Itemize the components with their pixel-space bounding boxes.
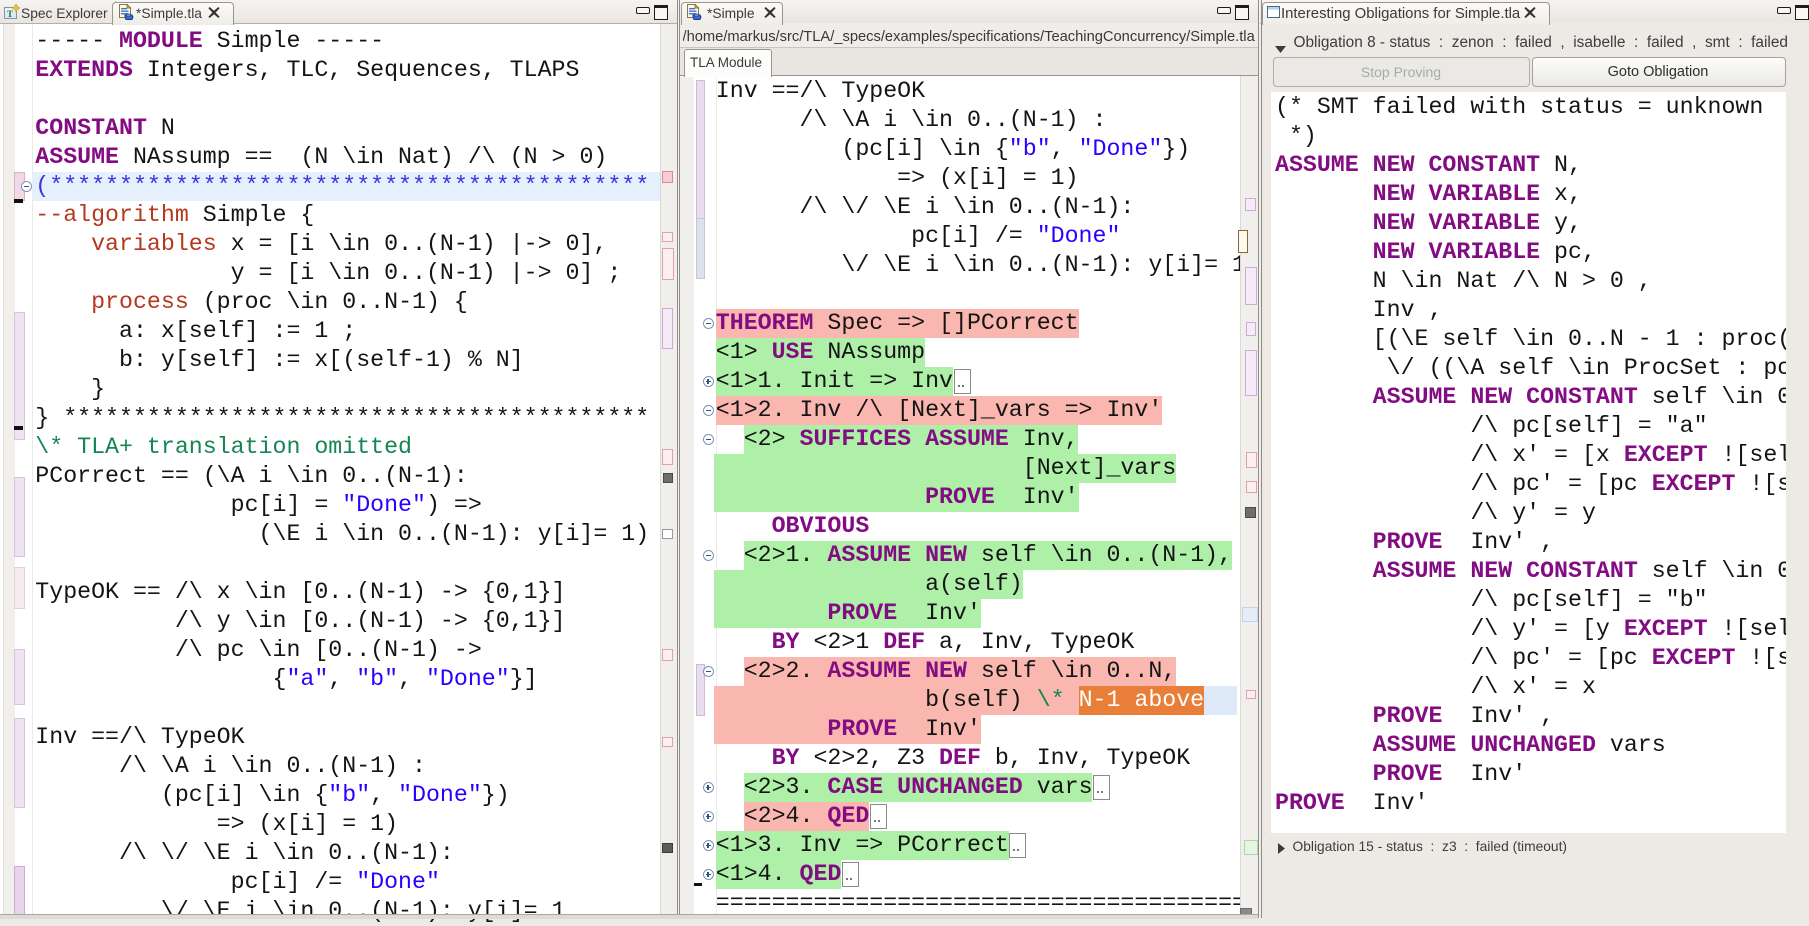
svg-text:T: T: [7, 9, 13, 19]
